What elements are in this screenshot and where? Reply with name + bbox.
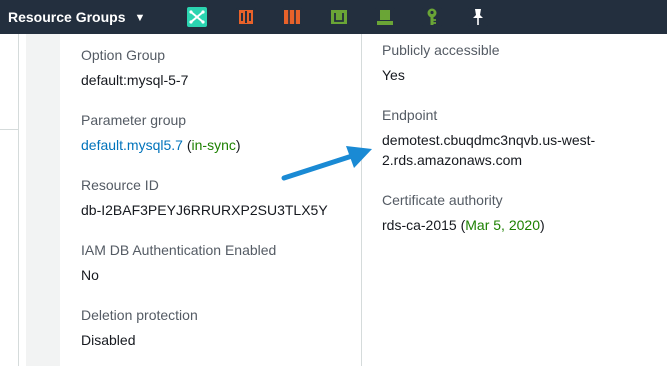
certificate-authority-field: Certificate authority rds-ca-2015 (Mar 5… bbox=[382, 190, 545, 235]
publicly-accessible-label: Publicly accessible bbox=[382, 42, 500, 58]
aws-service-icon-6[interactable] bbox=[422, 7, 442, 27]
column-divider bbox=[361, 34, 362, 366]
resource-id-value: db-I2BAF3PEYJ6RRURXP2SU3TLX5Y bbox=[81, 202, 328, 218]
chevron-down-icon: ▼ bbox=[134, 11, 146, 24]
resource-groups-menu[interactable]: Resource Groups ▼ bbox=[8, 0, 145, 34]
compute-icon bbox=[239, 10, 253, 24]
endpoint-value[interactable]: demotest.cbuqdmc3nqvb.us-west- 2.rds.ama… bbox=[382, 130, 595, 170]
pushpin-icon bbox=[473, 9, 483, 25]
endpoint-label: Endpoint bbox=[382, 107, 438, 123]
certificate-authority-value: rds-ca-2015 (Mar 5, 2020) bbox=[382, 215, 545, 235]
certificate-close-paren: ) bbox=[539, 217, 545, 233]
option-group-value: default:mysql-5-7 bbox=[81, 72, 189, 88]
parameter-group-open-paren: ( bbox=[182, 137, 192, 153]
certificate-open-paren: ( bbox=[456, 217, 466, 233]
option-group-field: Option Group default:mysql-5-7 bbox=[81, 45, 188, 90]
key-icon bbox=[427, 8, 437, 25]
certificate-authority-label: Certificate authority bbox=[382, 192, 503, 208]
top-navigation-bar: Resource Groups ▼ bbox=[0, 0, 667, 34]
storage-icon bbox=[331, 10, 347, 24]
annotation-arrow-icon bbox=[281, 146, 372, 181]
endpoint-line-2: 2.rds.amazonaws.com bbox=[382, 152, 523, 168]
certificate-expiry-date: Mar 5, 2020 bbox=[465, 217, 540, 233]
iam-auth-field: IAM DB Authentication Enabled No bbox=[81, 240, 276, 285]
parameter-group-close-paren: ) bbox=[235, 137, 241, 153]
resource-groups-label: Resource Groups bbox=[8, 9, 126, 25]
iam-auth-label: IAM DB Authentication Enabled bbox=[81, 242, 277, 258]
aws-service-icon-3[interactable] bbox=[282, 7, 302, 27]
container-icon bbox=[284, 10, 300, 24]
parameter-group-label: Parameter group bbox=[81, 112, 187, 128]
shuffle-icon bbox=[189, 10, 205, 24]
iam-auth-value: No bbox=[81, 267, 99, 283]
endpoint-field: Endpoint demotest.cbuqdmc3nqvb.us-west- … bbox=[382, 105, 595, 170]
publicly-accessible-value: Yes bbox=[382, 67, 405, 83]
aws-service-icon-2[interactable] bbox=[236, 7, 256, 27]
aws-service-icon-5[interactable] bbox=[375, 7, 395, 27]
left-sidebar-edge bbox=[0, 34, 19, 366]
parameter-group-field: Parameter group default.mysql5.7 (in-syn… bbox=[81, 110, 241, 155]
endpoint-line-1: demotest.cbuqdmc3nqvb.us-west- bbox=[382, 132, 596, 148]
bucket-icon bbox=[377, 10, 393, 25]
publicly-accessible-field: Publicly accessible Yes bbox=[382, 40, 500, 85]
certificate-authority-name: rds-ca-2015 bbox=[382, 217, 457, 233]
parameter-group-value: default.mysql5.7 (in-sync) bbox=[81, 135, 241, 155]
parameter-group-link[interactable]: default.mysql5.7 bbox=[81, 137, 183, 153]
deletion-protection-field: Deletion protection Disabled bbox=[81, 305, 198, 350]
deletion-protection-label: Deletion protection bbox=[81, 307, 198, 323]
sidebar-divider bbox=[0, 129, 18, 130]
deletion-protection-value: Disabled bbox=[81, 332, 136, 348]
option-group-label: Option Group bbox=[81, 47, 166, 63]
aws-service-icon-4[interactable] bbox=[329, 7, 349, 27]
pin-icon[interactable] bbox=[468, 7, 488, 27]
aws-service-icon-1[interactable] bbox=[187, 7, 207, 27]
content-gutter bbox=[26, 34, 60, 366]
parameter-group-status: in-sync bbox=[191, 137, 236, 153]
